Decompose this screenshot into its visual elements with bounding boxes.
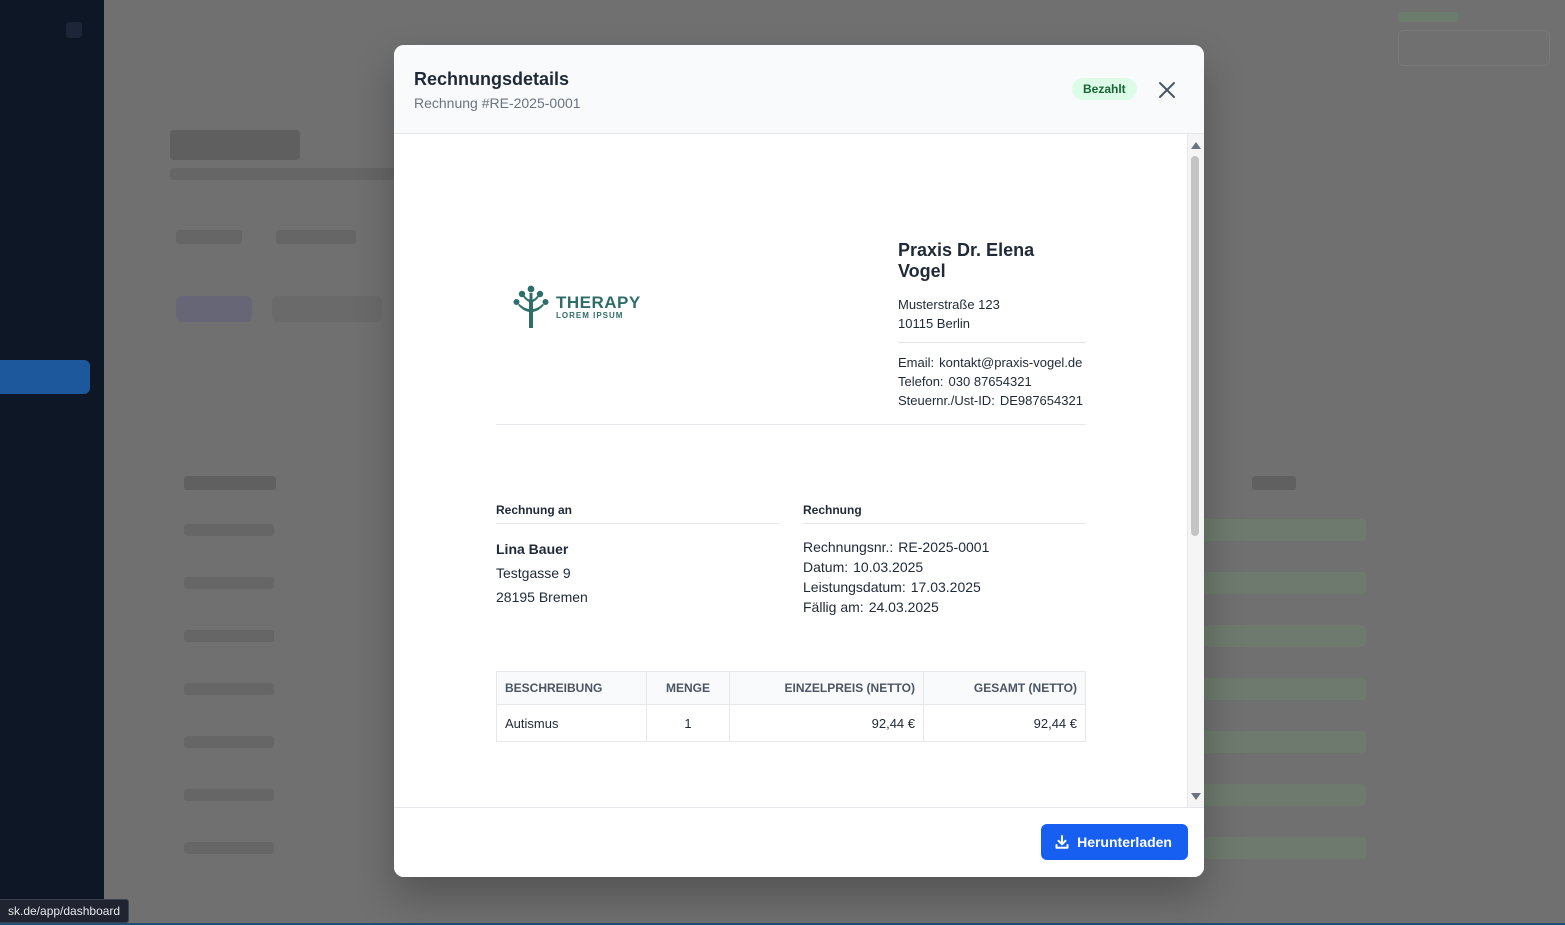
practice-phone: 030 87654321 bbox=[948, 374, 1032, 389]
background-table-header bbox=[1252, 476, 1296, 490]
background-table-header bbox=[184, 476, 276, 490]
modal-header: Rechnungsdetails Rechnung #RE-2025-0001 … bbox=[394, 45, 1204, 134]
practice-email-row: Email: kontakt@praxis-vogel.de bbox=[898, 353, 1086, 372]
modal-body[interactable]: THERAPY LOREM IPSUM Praxis Dr. Elena Vog… bbox=[394, 134, 1204, 808]
recipient-section: Rechnung an Lina Bauer Testgasse 9 28195… bbox=[496, 503, 779, 609]
column-header-description: BESCHREIBUNG bbox=[496, 671, 647, 705]
scroll-up-arrow-icon[interactable] bbox=[1191, 142, 1201, 149]
invoice-date: 10.03.2025 bbox=[853, 559, 924, 575]
column-header-total: GESAMT (NETTO) bbox=[923, 671, 1086, 705]
logo-sub-text: LOREM IPSUM bbox=[556, 311, 624, 320]
service-date-row: Leistungsdatum: 17.03.2025 bbox=[803, 577, 1086, 597]
practice-tax: DE987654321 bbox=[999, 393, 1083, 408]
invoice-date-row: Datum: 10.03.2025 bbox=[803, 557, 1086, 577]
practice-divider bbox=[898, 342, 1086, 343]
email-label: Email: bbox=[898, 355, 935, 370]
background-filter-chip bbox=[176, 296, 252, 322]
practice-city: 10115 Berlin bbox=[898, 316, 971, 331]
invoice-meta-heading: Rechnung bbox=[803, 503, 1086, 524]
service-date: 17.03.2025 bbox=[910, 579, 981, 595]
recipient-heading: Rechnung an bbox=[496, 503, 779, 524]
modal-title: Rechnungsdetails bbox=[414, 69, 570, 89]
background-table-row bbox=[184, 842, 274, 854]
modal-subtitle: Rechnung #RE-2025-0001 bbox=[414, 95, 581, 111]
invoice-number-label: Rechnungsnr.: bbox=[803, 539, 894, 555]
cell-quantity: 1 bbox=[646, 704, 730, 742]
background-page-title bbox=[170, 130, 300, 160]
background-top-label bbox=[1398, 12, 1458, 22]
background-table-row bbox=[184, 524, 274, 536]
modal-scrollbar[interactable] bbox=[1187, 134, 1204, 808]
background-table-row bbox=[184, 789, 274, 801]
background-table-row bbox=[184, 630, 274, 642]
column-header-quantity: MENGE bbox=[646, 671, 730, 705]
invoice-number: RE-2025-0001 bbox=[898, 539, 990, 555]
background-status-pill bbox=[1196, 572, 1366, 594]
background-status-pill bbox=[1196, 837, 1366, 859]
practice-phone-row: Telefon: 030 87654321 bbox=[898, 372, 1086, 391]
tax-label: Steuernr./Ust-ID: bbox=[898, 393, 995, 408]
logo-main-text: THERAPY bbox=[556, 293, 641, 312]
modal-footer: Herunterladen bbox=[394, 807, 1204, 877]
recipient-city: 28195 Bremen bbox=[496, 589, 588, 605]
background-page-subtitle bbox=[170, 168, 410, 180]
column-header-unit-price: EINZELPREIS (NETTO) bbox=[729, 671, 924, 705]
tree-logo-icon bbox=[513, 285, 549, 328]
invoice-date-label: Datum: bbox=[803, 559, 849, 575]
background-tab bbox=[176, 230, 242, 244]
table-row: Autismus 1 92,44 € 92,44 € bbox=[496, 704, 1086, 742]
background-tab-active bbox=[276, 230, 356, 244]
practice-info: Praxis Dr. Elena Vogel Musterstraße 123 … bbox=[898, 240, 1086, 410]
background-status-pill bbox=[1196, 678, 1366, 700]
invoice-details-modal: Rechnungsdetails Rechnung #RE-2025-0001 … bbox=[394, 45, 1204, 877]
background-table-row bbox=[184, 577, 274, 589]
background-sidebar bbox=[0, 0, 104, 925]
cell-unit-price: 92,44 € bbox=[729, 704, 924, 742]
service-date-label: Leistungsdatum: bbox=[803, 579, 906, 595]
background-status-pill bbox=[1196, 519, 1366, 541]
background-table-row bbox=[184, 736, 274, 748]
practice-email: kontakt@praxis-vogel.de bbox=[939, 355, 1083, 370]
due-date: 24.03.2025 bbox=[868, 599, 939, 615]
cell-description: Autismus bbox=[496, 704, 647, 742]
practice-logo: THERAPY LOREM IPSUM bbox=[512, 284, 641, 330]
recipient-name: Lina Bauer bbox=[496, 541, 569, 557]
header-divider bbox=[496, 424, 1086, 425]
status-badge: Bezahlt bbox=[1072, 78, 1137, 100]
cell-total: 92,44 € bbox=[923, 704, 1086, 742]
due-date-row: Fällig am: 24.03.2025 bbox=[803, 597, 1086, 617]
close-button[interactable] bbox=[1154, 77, 1180, 103]
background-status-pill bbox=[1196, 731, 1366, 753]
background-filter-chip bbox=[272, 296, 382, 322]
browser-status-url: sk.de/app/dashboard bbox=[0, 899, 130, 923]
scroll-down-arrow-icon[interactable] bbox=[1191, 793, 1201, 800]
practice-name: Praxis Dr. Elena Vogel bbox=[898, 240, 1035, 281]
invoice-number-row: Rechnungsnr.: RE-2025-0001 bbox=[803, 537, 1086, 557]
practice-street: Musterstraße 123 bbox=[898, 297, 1000, 312]
background-status-pill bbox=[1196, 625, 1366, 647]
practice-tax-row: Steuernr./Ust-ID: DE987654321 bbox=[898, 391, 1086, 410]
background-top-select bbox=[1398, 30, 1550, 66]
background-table-row bbox=[184, 683, 274, 695]
invoice-meta-section: Rechnung Rechnungsnr.: RE-2025-0001 Datum… bbox=[803, 503, 1086, 617]
table-header-row: BESCHREIBUNG MENGE EINZELPREIS (NETTO) G… bbox=[496, 671, 1086, 705]
recipient-street: Testgasse 9 bbox=[496, 565, 571, 581]
download-button[interactable]: Herunterladen bbox=[1041, 824, 1188, 860]
background-sidebar-active-item bbox=[0, 360, 90, 394]
background-status-pill bbox=[1196, 784, 1366, 806]
close-icon bbox=[1159, 82, 1175, 98]
scroll-thumb[interactable] bbox=[1191, 156, 1199, 536]
phone-label: Telefon: bbox=[898, 374, 944, 389]
logo-text: THERAPY LOREM IPSUM bbox=[556, 294, 641, 320]
download-button-label: Herunterladen bbox=[1077, 834, 1172, 850]
background-sidebar-toggle bbox=[66, 22, 82, 38]
line-items-table: BESCHREIBUNG MENGE EINZELPREIS (NETTO) G… bbox=[496, 671, 1086, 742]
download-icon bbox=[1055, 835, 1069, 849]
due-date-label: Fällig am: bbox=[803, 599, 864, 615]
